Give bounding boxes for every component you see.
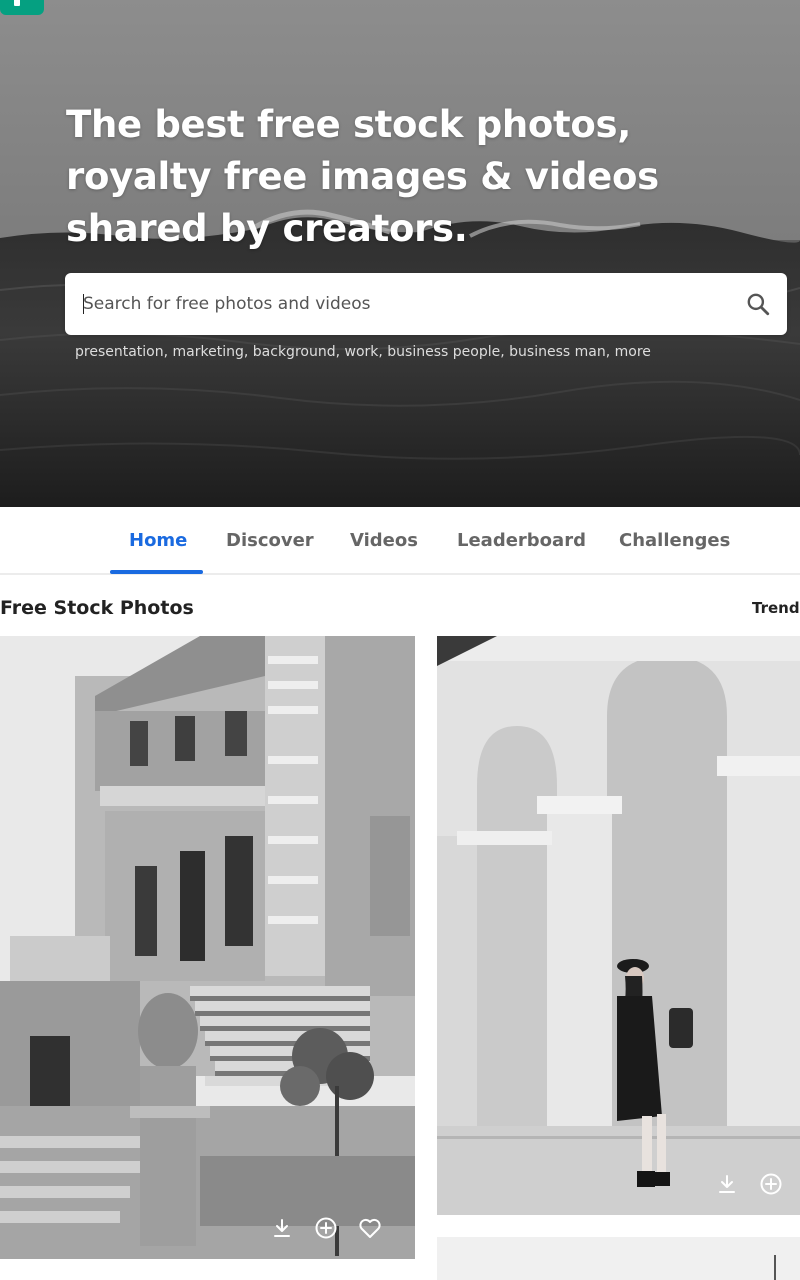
search-icon[interactable] xyxy=(745,291,771,317)
search-suggestions: presentation, marketing, background, wor… xyxy=(75,344,651,360)
download-icon xyxy=(274,1219,290,1237)
suggestion-link[interactable]: marketing xyxy=(173,344,244,360)
suggestion-link[interactable]: business man xyxy=(509,344,606,360)
add-to-collection-icon xyxy=(315,1217,337,1239)
search-input[interactable] xyxy=(83,273,703,335)
search-bar xyxy=(65,273,787,335)
add-to-collection-button[interactable] xyxy=(311,1213,341,1243)
tab-home[interactable]: Home xyxy=(129,507,187,573)
active-tab-indicator xyxy=(110,570,203,574)
suggestion-link[interactable]: work xyxy=(345,344,379,360)
photo-image xyxy=(437,1237,800,1280)
photo-card[interactable] xyxy=(437,1237,800,1280)
download-button[interactable] xyxy=(712,1169,742,1199)
suggestion-link[interactable]: presentation xyxy=(75,344,164,360)
tab-discover[interactable]: Discover xyxy=(226,507,314,573)
hero-banner: The best free stock photos, royalty free… xyxy=(0,0,800,507)
like-icon xyxy=(359,1218,381,1238)
add-to-collection-button[interactable] xyxy=(756,1169,786,1199)
feed-title: Free Stock Photos xyxy=(0,597,194,619)
logo-icon[interactable] xyxy=(0,0,44,15)
text-cursor xyxy=(83,294,84,314)
suggestion-more-link[interactable]: more xyxy=(615,344,651,360)
photo-actions xyxy=(267,1213,385,1243)
suggestion-link[interactable]: business people xyxy=(387,344,500,360)
hero-headline: The best free stock photos, royalty free… xyxy=(66,103,659,250)
photo-image xyxy=(437,636,800,1215)
add-to-collection-icon xyxy=(760,1173,782,1195)
main-nav-tabs: Home Discover Videos Leaderboard Challen… xyxy=(0,507,800,575)
sort-dropdown[interactable]: Trendi xyxy=(752,599,800,617)
download-icon xyxy=(719,1175,735,1193)
like-button[interactable] xyxy=(355,1213,385,1243)
download-button[interactable] xyxy=(267,1213,297,1243)
photo-actions xyxy=(712,1169,786,1199)
suggestion-link[interactable]: background xyxy=(253,344,336,360)
tab-videos[interactable]: Videos xyxy=(350,507,418,573)
photo-card[interactable] xyxy=(0,636,415,1259)
photo-card[interactable] xyxy=(437,636,800,1215)
photo-image xyxy=(0,636,415,1259)
tab-challenges[interactable]: Challenges xyxy=(619,507,730,573)
tab-leaderboard[interactable]: Leaderboard xyxy=(457,507,586,573)
